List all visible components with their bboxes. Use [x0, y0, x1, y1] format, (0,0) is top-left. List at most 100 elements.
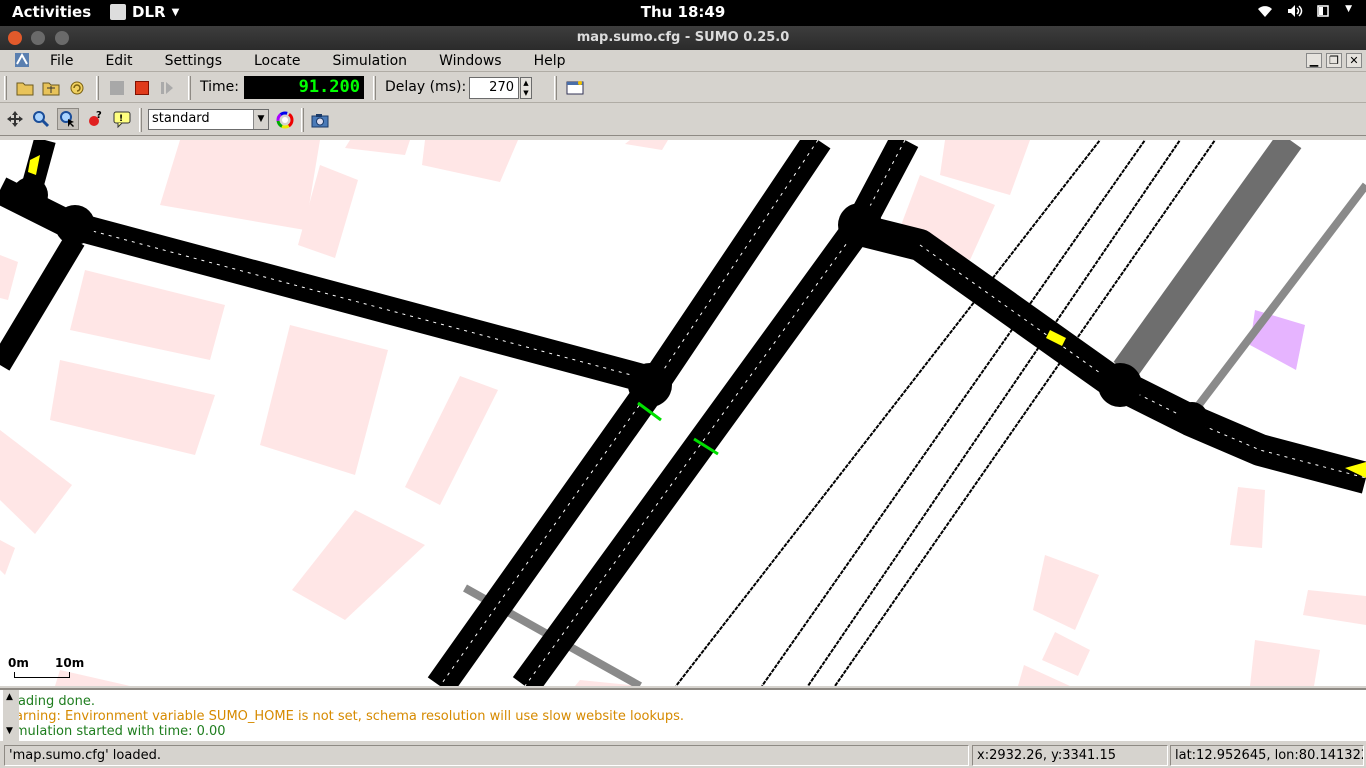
menu-help-label: Help	[533, 53, 566, 69]
junction	[628, 363, 672, 407]
message-window[interactable]: Loading done. Warning: Environment varia…	[0, 688, 1366, 743]
svg-text:?: ?	[96, 110, 102, 121]
tooltips-button[interactable]: !	[111, 108, 133, 130]
toolbar-grip[interactable]	[96, 76, 99, 100]
color-scheme-select[interactable]: standard ▼	[148, 109, 269, 130]
reload-button[interactable]	[66, 77, 88, 99]
locate-junction-button[interactable]	[57, 108, 79, 130]
poi-polygon	[1250, 310, 1305, 370]
menu-simulation-label: Simulation	[332, 53, 408, 69]
chevron-down-icon: ▼	[171, 6, 180, 18]
building	[50, 360, 215, 455]
junction	[838, 203, 882, 247]
edit-coloring-button[interactable]	[274, 109, 296, 131]
network-view-canvas[interactable]: 0m 10m	[0, 140, 1366, 686]
building	[70, 270, 225, 360]
mdi-restore-button[interactable]: ❐	[1326, 53, 1342, 68]
run-button[interactable]	[106, 77, 128, 99]
delay-input[interactable]: 270	[469, 77, 519, 99]
building	[1042, 632, 1090, 676]
battery-icon	[1317, 4, 1331, 22]
scale-start-label: 0m	[8, 656, 29, 670]
new-window-icon	[566, 81, 584, 95]
menu-locate[interactable]: Locate	[238, 53, 317, 69]
menu-file[interactable]: File	[34, 53, 89, 69]
building	[1230, 487, 1265, 548]
sumo-app-icon	[14, 52, 30, 68]
scroll-down-arrow[interactable]: ▼	[6, 726, 13, 736]
stop-icon	[135, 81, 149, 95]
menu-bar: File Edit Settings Locate Simulation Win…	[0, 50, 1366, 72]
toolbar-grip[interactable]	[301, 108, 304, 132]
volume-icon	[1287, 4, 1303, 22]
reload-icon	[70, 81, 84, 95]
wifi-icon	[1257, 4, 1273, 22]
status-geo-coordinates: lat:12.952645, lon:80.141322	[1170, 745, 1364, 766]
time-label: Time:	[200, 79, 239, 95]
road	[0, 234, 85, 371]
step-button[interactable]	[156, 77, 178, 99]
message-line: Simulation started with time: 0.00	[3, 724, 226, 739]
building	[405, 376, 498, 505]
building	[292, 510, 425, 620]
road-network-map[interactable]	[0, 140, 1366, 686]
menu-edit[interactable]: Edit	[89, 53, 148, 69]
tooltip-icon: !	[113, 111, 131, 128]
open-config-button[interactable]	[14, 77, 36, 99]
folder-network-icon	[42, 82, 60, 96]
locate-cursor-icon	[60, 111, 74, 127]
step-icon	[161, 82, 173, 94]
scroll-up-arrow[interactable]: ▲	[6, 692, 13, 702]
status-coordinates: x:2932.26, y:3341.15	[972, 745, 1168, 766]
mdi-close-button[interactable]: ✕	[1346, 53, 1362, 68]
toolbar-grip[interactable]	[4, 76, 7, 100]
system-tray[interactable]: ▼	[1257, 4, 1352, 22]
menu-simulation[interactable]: Simulation	[316, 53, 423, 69]
building	[260, 325, 388, 475]
time-display: 91.200	[244, 76, 364, 99]
junction	[1098, 363, 1142, 407]
junction	[1176, 402, 1208, 434]
building	[1033, 555, 1099, 630]
open-network-button[interactable]	[40, 77, 62, 99]
menu-edit-label: Edit	[105, 53, 133, 69]
scale-end-label: 10m	[55, 656, 85, 670]
menu-settings[interactable]: Settings	[149, 53, 238, 69]
app-menu-label: DLR	[132, 3, 166, 21]
screenshot-button[interactable]	[309, 109, 331, 131]
chevron-down-icon: ▼	[1345, 4, 1352, 14]
building	[345, 140, 410, 155]
building	[1303, 590, 1366, 625]
chevron-down-icon: ▼	[253, 110, 268, 129]
play-icon	[110, 81, 124, 95]
activities-button[interactable]: Activities	[12, 3, 91, 21]
building	[0, 430, 72, 534]
zoom-button[interactable]	[30, 108, 52, 130]
toolbar-grip[interactable]	[554, 76, 557, 100]
window-titlebar[interactable]: map.sumo.cfg - SUMO 0.25.0	[0, 26, 1366, 50]
delay-spinner[interactable]: ▲ ▼	[520, 77, 532, 99]
window-title: map.sumo.cfg - SUMO 0.25.0	[576, 30, 790, 45]
toolbar-grip[interactable]	[188, 76, 191, 100]
toolbar-grip[interactable]	[139, 108, 142, 132]
system-top-bar: Activities DLR ▼ Thu 18:49 ▼	[0, 0, 1366, 26]
building	[940, 140, 1030, 195]
menu-windows[interactable]: Windows	[423, 53, 518, 69]
new-view-button[interactable]	[564, 77, 586, 99]
menu-help[interactable]: Help	[518, 53, 582, 69]
toolbar-grip[interactable]	[373, 76, 376, 100]
clock[interactable]: Thu 18:49	[641, 3, 726, 21]
stop-button[interactable]	[131, 77, 153, 99]
status-message: 'map.sumo.cfg' loaded.	[4, 745, 969, 766]
menu-settings-label: Settings	[164, 53, 222, 69]
mdi-minimize-button[interactable]: ▁	[1306, 53, 1322, 68]
locate-vehicle-button[interactable]: ?	[84, 108, 106, 130]
color-wheel-icon	[276, 111, 294, 129]
svg-text:!: !	[119, 114, 123, 124]
message-scrollbar[interactable]: ▲ ▼	[3, 690, 19, 743]
recenter-view-button[interactable]	[4, 108, 26, 130]
color-scheme-value: standard	[152, 111, 210, 126]
app-menu-button[interactable]: DLR ▼	[110, 3, 179, 21]
menu-file-label: File	[50, 53, 74, 69]
menu-windows-label: Windows	[439, 53, 502, 69]
